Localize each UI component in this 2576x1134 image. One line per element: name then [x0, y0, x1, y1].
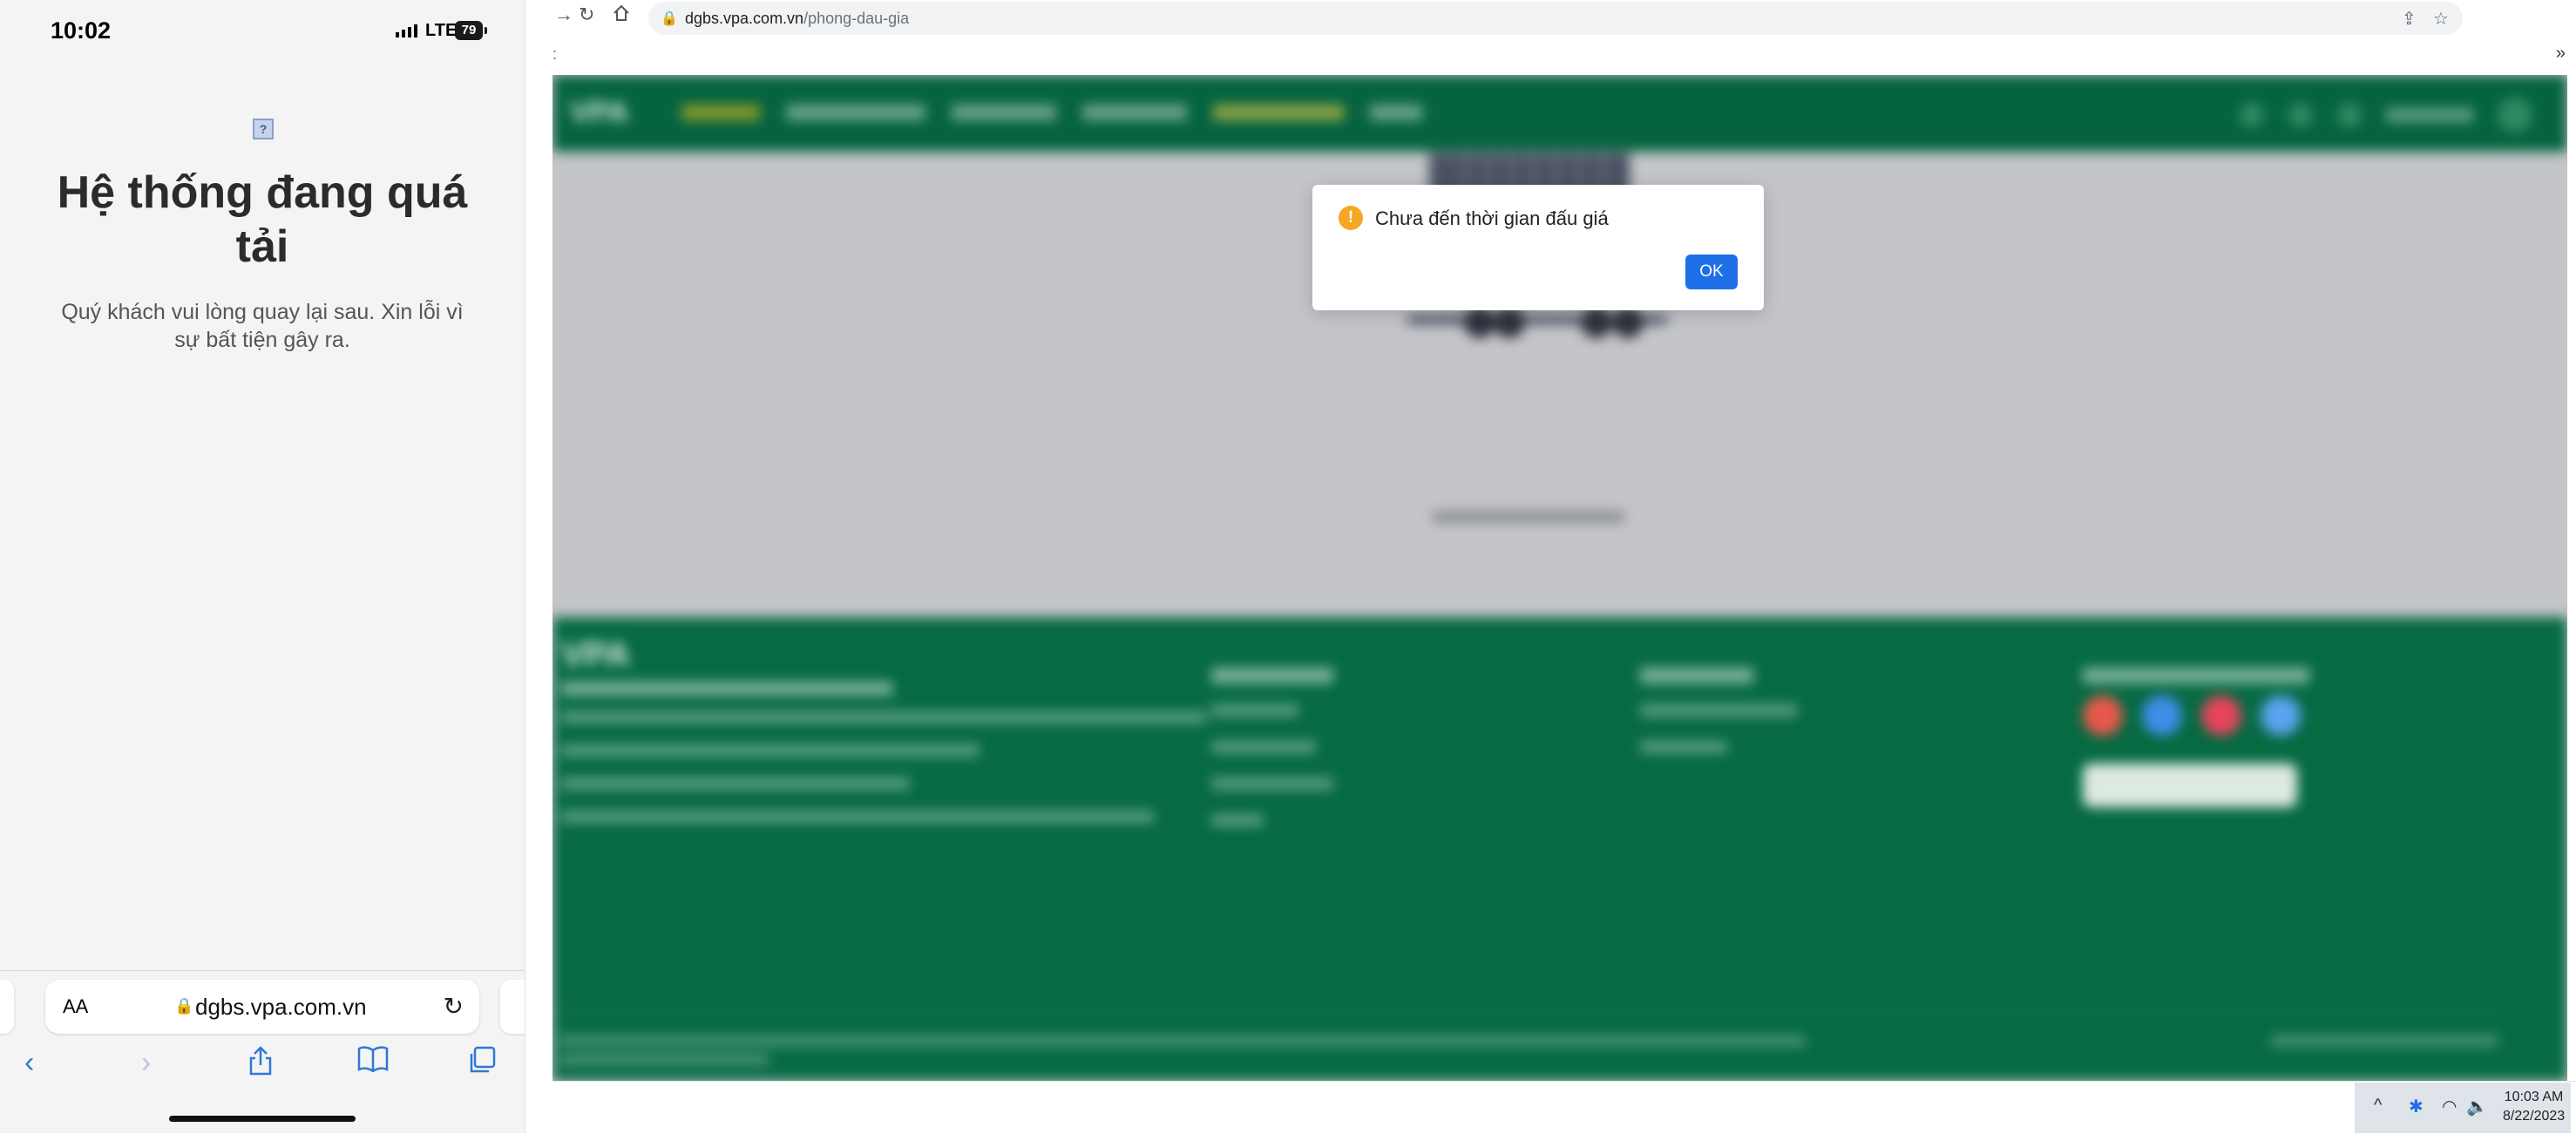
bookmarks-bar: : » — [552, 38, 2576, 75]
site-logo: VPA — [570, 96, 629, 129]
phone-status-bar: 10:02 LTE 79 — [0, 16, 525, 51]
site-footer: VPA — [552, 617, 2567, 1081]
broken-image-icon: ? — [253, 119, 274, 139]
alert-message: Chưa đến thời gian đấu giá — [1375, 207, 1609, 229]
share-icon[interactable]: ⇪ — [2402, 8, 2417, 30]
phone-url[interactable]: dgbs.vpa.com.vn — [195, 994, 367, 1021]
back-icon[interactable]: ‹ — [24, 1046, 34, 1080]
phone-clock: 10:02 — [51, 17, 112, 44]
overload-message: Quý khách vui lòng quay lại sau. Xin lỗi… — [61, 300, 464, 352]
home-icon[interactable] — [612, 3, 631, 28]
reload-icon[interactable]: ↻ — [444, 992, 464, 1021]
network-label: LTE — [425, 21, 458, 40]
volume-icon[interactable]: 🔈 — [2466, 1096, 2488, 1117]
lock-icon: 🔒 — [174, 997, 194, 1015]
overload-title: Hệ thống đang quá tải — [57, 167, 468, 272]
bluetooth-icon[interactable]: ✱ — [2409, 1096, 2423, 1117]
site-header-actions — [2240, 98, 2532, 132]
system-tray: ^ ✱ ◠ 🔈 10:03 AM 8/22/2023 — [2355, 1083, 2571, 1133]
reload-icon[interactable]: ↻ — [579, 3, 594, 26]
footer-select — [2083, 764, 2297, 807]
footer-visits — [2271, 1036, 2498, 1046]
bookmarks-icon[interactable] — [357, 1046, 389, 1080]
windows-taskbar — [552, 1081, 2576, 1134]
lock-icon: 🔒 — [661, 11, 678, 26]
wifi-icon[interactable]: ◠ — [2442, 1096, 2457, 1117]
phone-screenshot: 10:02 LTE 79 ? Hệ thống đang quá tải Quý… — [0, 0, 525, 1133]
show-hidden-icons-icon[interactable]: ^ — [2374, 1096, 2382, 1116]
footer-divider — [552, 1009, 2506, 1010]
forward-icon[interactable]: › — [141, 1046, 151, 1080]
address-bar[interactable]: 🔒 dgbs.vpa.com.vn/phong-dau-gia ⇪ ☆ — [648, 2, 2463, 35]
footer-logo: VPA — [561, 635, 631, 674]
bookmarks-handle[interactable]: : — [552, 45, 557, 64]
site-nav — [681, 105, 1422, 120]
bookmark-star-icon[interactable]: ☆ — [2433, 8, 2449, 30]
alert-dialog: ! Chưa đến thời gian đấu giá OK — [1312, 185, 1764, 310]
share-icon[interactable] — [247, 1046, 274, 1083]
bookmarks-overflow-button[interactable]: » — [2556, 44, 2566, 64]
safari-toolbar: ‹ › — [0, 1046, 525, 1098]
warning-icon: ! — [1339, 206, 1363, 230]
footer-copyright — [559, 1032, 1867, 1065]
footer-app-icons — [2083, 696, 2301, 736]
battery-icon: 79 — [455, 21, 487, 40]
home-indicator — [169, 1116, 356, 1122]
ok-button[interactable]: OK — [1685, 255, 1738, 289]
tabs-icon[interactable] — [467, 1046, 497, 1083]
forward-icon[interactable]: → — [554, 3, 573, 26]
next-tab-edge[interactable] — [500, 980, 525, 1034]
safari-address-bar[interactable]: AA 🔒 dgbs.vpa.com.vn ↻ — [45, 980, 479, 1034]
divider — [0, 970, 525, 971]
signal-icon — [396, 24, 417, 37]
url-text[interactable]: dgbs.vpa.com.vn/phong-dau-gia — [685, 10, 909, 28]
text-size-button[interactable]: AA — [63, 995, 88, 1018]
taskbar-clock[interactable]: 10:03 AM 8/22/2023 — [2503, 1088, 2565, 1126]
previous-tab-edge[interactable] — [0, 980, 14, 1034]
